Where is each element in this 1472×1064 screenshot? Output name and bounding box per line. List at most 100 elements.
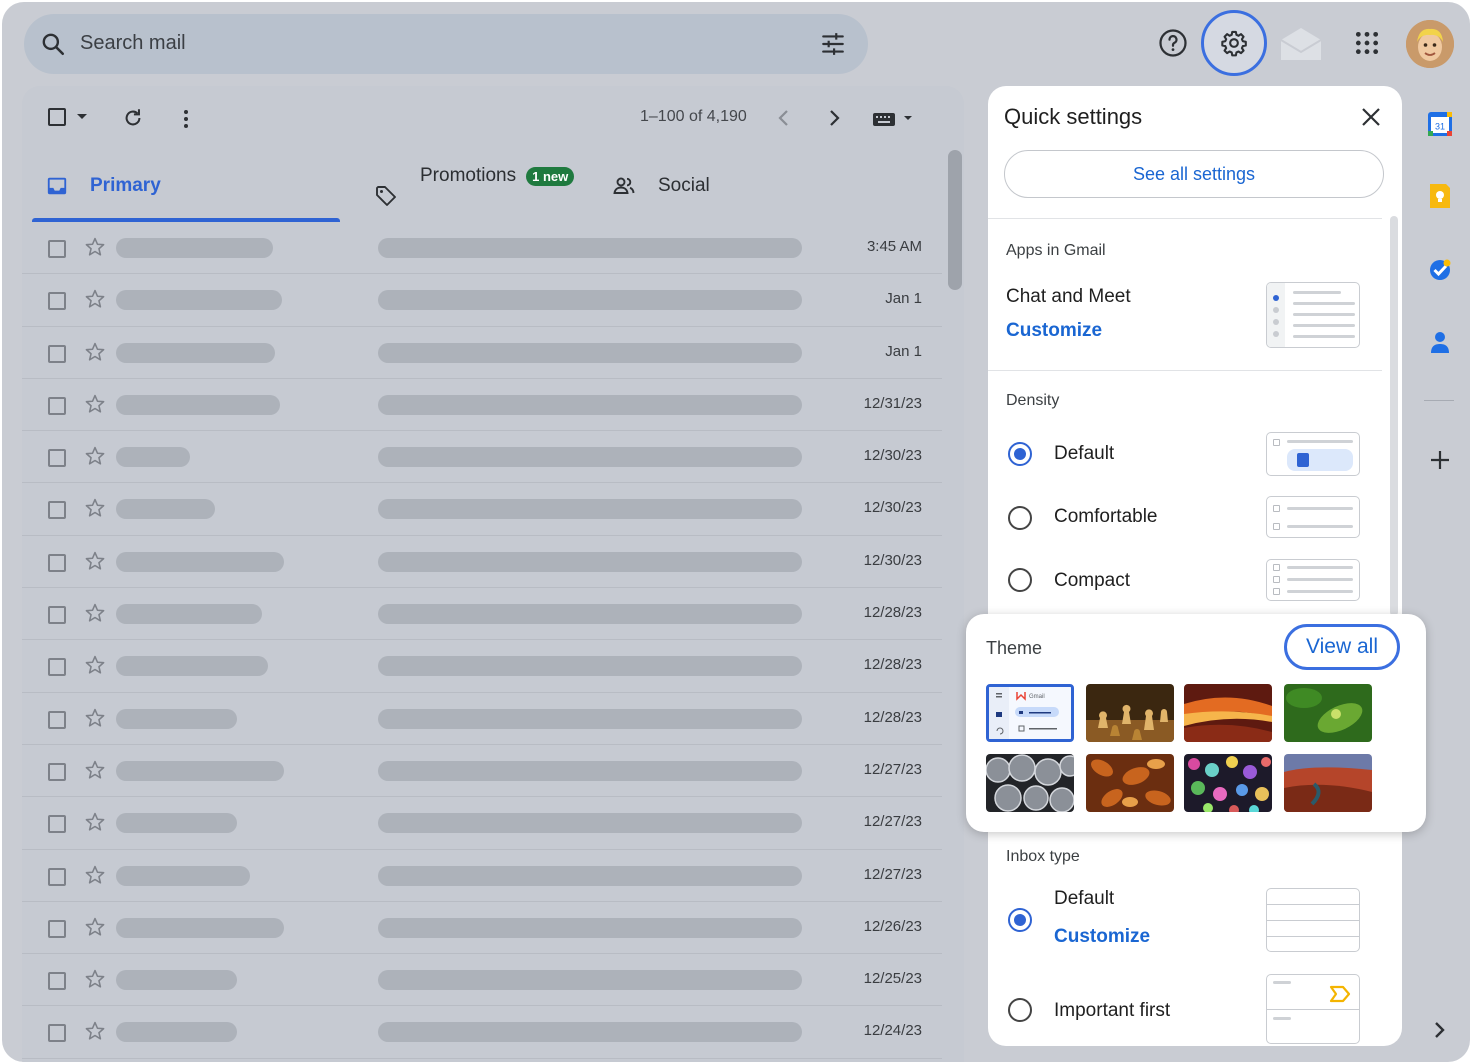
star-icon[interactable]: [84, 236, 106, 258]
add-icon[interactable]: [1426, 446, 1454, 474]
star-icon[interactable]: [84, 968, 106, 990]
theme-leaf-thumbnail[interactable]: [1284, 684, 1372, 742]
search-options-icon[interactable]: [820, 31, 846, 57]
row-checkbox[interactable]: [48, 867, 66, 886]
row-checkbox[interactable]: [48, 762, 66, 781]
mail-list-scrollbar[interactable]: [948, 150, 962, 290]
row-checkbox[interactable]: [48, 919, 66, 938]
row-checkbox[interactable]: [48, 344, 66, 363]
refresh-icon[interactable]: [122, 107, 144, 129]
row-checkbox[interactable]: [48, 240, 66, 258]
table-row[interactable]: 12/25/23: [22, 954, 942, 1007]
table-row[interactable]: 12/27/23: [22, 797, 942, 850]
table-row[interactable]: 12/27/23: [22, 745, 942, 798]
row-checkbox[interactable]: [48, 710, 66, 729]
avatar[interactable]: [1406, 20, 1454, 68]
tab-promotions[interactable]: Promotions 1 new: [374, 150, 575, 222]
density-compact-radio[interactable]: [1008, 568, 1032, 592]
table-row[interactable]: 12/30/23: [22, 536, 942, 589]
search-input[interactable]: Search mail: [80, 32, 186, 55]
row-checkbox[interactable]: [48, 972, 66, 991]
row-checkbox[interactable]: [48, 501, 66, 520]
table-row[interactable]: 3:45 AM: [22, 222, 942, 275]
table-row[interactable]: 12/27/23: [22, 850, 942, 902]
star-icon[interactable]: [84, 1020, 106, 1042]
next-page-icon[interactable]: [826, 108, 842, 128]
theme-default-thumbnail[interactable]: Gmail: [986, 684, 1074, 742]
table-row[interactable]: 12/28/23: [22, 693, 942, 745]
row-date: 12/31/23: [863, 394, 922, 412]
table-row[interactable]: 12/24/23: [22, 1006, 942, 1059]
keep-icon[interactable]: [1426, 182, 1454, 210]
table-row[interactable]: Jan 1: [22, 327, 942, 379]
table-row[interactable]: 12/30/23: [22, 431, 942, 484]
inbox-important-first-radio[interactable]: [1008, 998, 1032, 1022]
mail-icon[interactable]: [1278, 26, 1324, 62]
input-tools-icon[interactable]: [872, 110, 916, 128]
help-icon[interactable]: [1158, 28, 1188, 58]
prev-page-icon[interactable]: [776, 108, 792, 128]
row-checkbox[interactable]: [48, 449, 66, 468]
star-icon[interactable]: [84, 288, 106, 310]
calendar-icon[interactable]: 31: [1426, 110, 1454, 138]
star-icon[interactable]: [84, 341, 106, 363]
inbox-customize-link[interactable]: Customize: [1054, 926, 1150, 948]
theme-colorful-lights-thumbnail[interactable]: [1184, 754, 1272, 812]
table-row[interactable]: 12/31/23: [22, 379, 942, 432]
expand-panel-icon[interactable]: [1426, 1016, 1454, 1044]
row-checkbox[interactable]: [48, 292, 66, 311]
search-icon[interactable]: [40, 31, 66, 57]
theme-canyon-thumbnail[interactable]: [1184, 684, 1272, 742]
tab-primary[interactable]: Primary: [32, 150, 340, 222]
search-bar[interactable]: Search mail: [24, 14, 868, 74]
star-icon[interactable]: [84, 759, 106, 781]
sender-placeholder: [116, 604, 262, 625]
view-all-themes-button[interactable]: View all: [1284, 624, 1400, 670]
more-vert-icon[interactable]: [180, 108, 192, 130]
theme-section-title: Theme: [986, 638, 1043, 658]
star-icon[interactable]: [84, 393, 106, 415]
table-row[interactable]: Jan 1: [22, 274, 942, 327]
density-default-radio[interactable]: [1008, 442, 1032, 466]
table-row[interactable]: 12/28/23: [22, 588, 942, 641]
select-all-checkbox[interactable]: [48, 108, 66, 126]
star-icon[interactable]: [84, 654, 106, 676]
see-all-settings-button[interactable]: See all settings: [1004, 150, 1384, 198]
subject-placeholder: [378, 290, 802, 311]
table-row[interactable]: 12/26/23: [22, 902, 942, 955]
star-icon[interactable]: [84, 497, 106, 519]
tab-social[interactable]: Social: [612, 150, 710, 222]
theme-bubbles-thumbnail[interactable]: [986, 754, 1074, 812]
row-checkbox[interactable]: [48, 815, 66, 834]
star-icon[interactable]: [84, 864, 106, 886]
tasks-icon[interactable]: [1426, 256, 1454, 284]
table-row[interactable]: 12/30/23: [22, 483, 942, 536]
theme-chess-thumbnail[interactable]: [1086, 684, 1174, 742]
row-checkbox[interactable]: [48, 658, 66, 677]
theme-autumn-thumbnail[interactable]: [1086, 754, 1174, 812]
subject-placeholder: [378, 499, 802, 520]
star-icon[interactable]: [84, 811, 106, 833]
table-row[interactable]: 12/28/23: [22, 640, 942, 693]
star-icon[interactable]: [84, 550, 106, 572]
row-checkbox[interactable]: [48, 396, 66, 415]
row-checkbox[interactable]: [48, 1024, 66, 1043]
apps-customize-link[interactable]: Customize: [1006, 320, 1102, 342]
tab-social-label: Social: [658, 175, 710, 196]
star-icon[interactable]: [84, 916, 106, 938]
inbox-default-radio[interactable]: [1008, 908, 1032, 932]
apps-grid-icon[interactable]: [1354, 30, 1380, 56]
settings-button[interactable]: [1201, 10, 1267, 76]
contacts-icon[interactable]: [1426, 328, 1454, 356]
quick-settings-scrollbar[interactable]: [1390, 216, 1398, 616]
star-icon[interactable]: [84, 707, 106, 729]
caret-down-icon[interactable]: [76, 112, 88, 122]
theme-desert-thumbnail[interactable]: [1284, 754, 1372, 812]
sender-placeholder: [116, 290, 282, 311]
star-icon[interactable]: [84, 602, 106, 624]
close-icon[interactable]: [1360, 106, 1382, 128]
row-checkbox[interactable]: [48, 606, 66, 625]
star-icon[interactable]: [84, 445, 106, 467]
row-checkbox[interactable]: [48, 553, 66, 572]
density-comfortable-radio[interactable]: [1008, 506, 1032, 530]
